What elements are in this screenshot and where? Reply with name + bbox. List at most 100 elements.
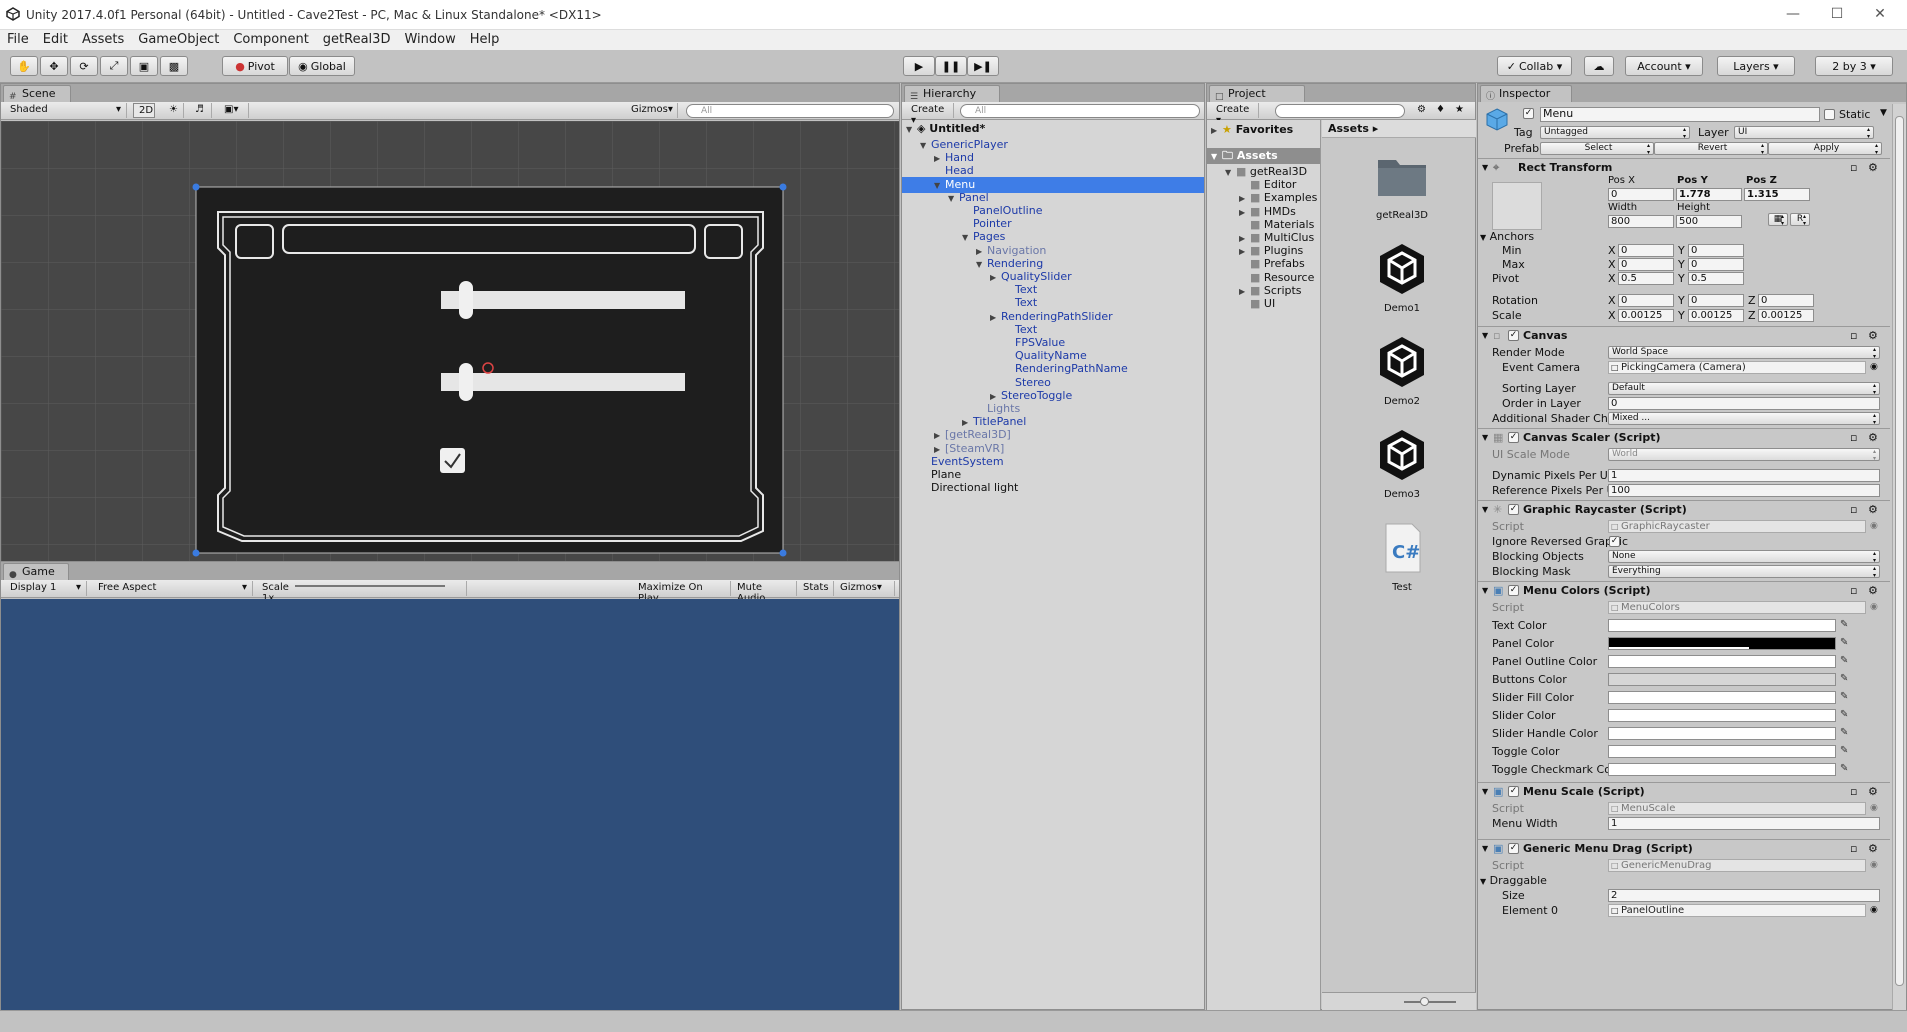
canvas-enabled-checkbox[interactable]: ✓ — [1508, 330, 1519, 341]
anchor-preset-button[interactable] — [1492, 182, 1542, 230]
eyedropper-icon[interactable]: ✎ — [1840, 673, 1851, 684]
static-dropdown-icon[interactable]: ▼ — [1880, 108, 1887, 118]
help-icon[interactable]: ▫ — [1850, 159, 1857, 176]
layers-dropdown[interactable]: Layers ▾ — [1717, 56, 1795, 76]
rotation-x[interactable]: 0 — [1618, 294, 1674, 307]
scene-search-input[interactable]: All — [686, 104, 894, 118]
dynamic-ppu-field[interactable]: 1 — [1608, 469, 1880, 482]
display-dropdown[interactable]: Display 1 ▾ — [5, 581, 87, 596]
menu-edit[interactable]: Edit — [36, 30, 75, 49]
anchor-min-y[interactable]: 0 — [1688, 244, 1744, 257]
component-gear-icon[interactable]: ⚙ — [1868, 582, 1878, 599]
menu-colors-header[interactable]: ▼ ▣ ✓ Menu Colors (Script) ▫ ⚙ — [1478, 581, 1890, 599]
layout-dropdown[interactable]: 2 by 3 ▾ — [1815, 56, 1893, 76]
object-name-field[interactable]: Menu — [1540, 107, 1820, 122]
favorite-star-icon[interactable]: ★ — [1450, 103, 1468, 118]
rotation-z[interactable]: 0 — [1758, 294, 1814, 307]
menu-window[interactable]: Window — [397, 30, 462, 49]
rect-transform-header[interactable]: ▼ ⌖ Rect Transform ▫ ⚙ — [1478, 158, 1890, 176]
menu-width-field[interactable]: 1 — [1608, 817, 1880, 830]
2d-toggle[interactable]: 2D — [133, 103, 155, 118]
rotation-y[interactable]: 0 — [1688, 294, 1744, 307]
asset-item[interactable]: Demo1 — [1367, 239, 1437, 314]
effects-icon[interactable]: ▣▾ — [219, 103, 249, 118]
color-swatch[interactable] — [1608, 691, 1836, 704]
color-swatch[interactable] — [1608, 673, 1836, 686]
color-swatch[interactable] — [1608, 655, 1836, 668]
posy-field[interactable]: 1.778 — [1676, 188, 1742, 201]
pivot-x[interactable]: 0.5 — [1618, 272, 1674, 285]
component-gear-icon[interactable]: ⚙ — [1868, 840, 1878, 857]
color-swatch[interactable] — [1608, 745, 1836, 758]
scale-y[interactable]: 0.00125 — [1688, 309, 1744, 322]
render-mode-dropdown[interactable]: World Space — [1608, 346, 1880, 360]
scaler-enabled-checkbox[interactable]: ✓ — [1508, 432, 1519, 443]
component-gear-icon[interactable]: ⚙ — [1868, 783, 1878, 800]
layer-dropdown[interactable]: UI — [1734, 126, 1874, 140]
icon-size-slider-handle[interactable] — [1420, 997, 1429, 1006]
height-field[interactable]: 500 — [1676, 215, 1742, 228]
component-gear-icon[interactable]: ⚙ — [1868, 327, 1878, 344]
component-gear-icon[interactable]: ⚙ — [1868, 159, 1878, 176]
anchor-max-x[interactable]: 0 — [1618, 258, 1674, 271]
rect-handle[interactable] — [779, 549, 787, 557]
menu-gameobject[interactable]: GameObject — [131, 30, 226, 49]
color-swatch[interactable] — [1608, 763, 1836, 776]
tab-inspector[interactable]: ⓘ Inspector — [1480, 85, 1572, 102]
sorting-layer-dropdown[interactable]: Default — [1608, 382, 1880, 396]
hierarchy-create-dropdown[interactable]: Create ▾ — [906, 103, 954, 126]
draggable-size-field[interactable]: 2 — [1608, 889, 1880, 902]
menu-component[interactable]: Component — [226, 30, 315, 49]
anchor-min-x[interactable]: 0 — [1618, 244, 1674, 257]
gizmos-dropdown[interactable]: Gizmos▾ — [626, 103, 678, 118]
scale-z[interactable]: 0.00125 — [1758, 309, 1814, 322]
rect-tool-icon[interactable]: ▣ — [130, 56, 158, 76]
scene-viewport[interactable] — [1, 121, 899, 561]
hand-tool-icon[interactable]: ✋ — [10, 56, 38, 76]
eyedropper-icon[interactable]: ✎ — [1840, 637, 1851, 648]
hierarchy-search-input[interactable]: All — [960, 104, 1200, 118]
order-field[interactable]: 0 — [1608, 397, 1880, 410]
help-icon[interactable]: ▫ — [1850, 840, 1857, 857]
prefab-apply-button[interactable]: Apply — [1768, 142, 1882, 156]
stats-toggle[interactable]: Stats — [798, 581, 834, 596]
maximize-button[interactable]: ☐ — [1827, 6, 1847, 22]
color-swatch[interactable] — [1608, 619, 1836, 632]
aspect-dropdown[interactable]: Free Aspect ▾ — [93, 581, 253, 596]
raw-edit-button[interactable]: R — [1790, 213, 1810, 227]
mute-audio-toggle[interactable]: Mute Audio — [732, 581, 797, 604]
element0-field[interactable]: PanelOutline — [1608, 904, 1866, 917]
scene-root[interactable]: ▼ ◈ Untitled* — [902, 121, 1204, 137]
help-icon[interactable]: ▫ — [1850, 327, 1857, 344]
anchor-max-y[interactable]: 0 — [1688, 258, 1744, 271]
prefab-select-button[interactable]: Select — [1540, 142, 1654, 156]
minimize-button[interactable]: — — [1783, 6, 1803, 22]
eyedropper-icon[interactable]: ✎ — [1840, 619, 1851, 630]
menu-drag-enabled-checkbox[interactable]: ✓ — [1508, 843, 1519, 854]
scale-tool-icon[interactable]: ⤢ — [100, 56, 128, 76]
menu-getreal3d[interactable]: getReal3D — [316, 30, 398, 49]
favorites-item[interactable]: ▶ ★ Favorites — [1207, 122, 1320, 138]
menu-file[interactable]: File — [0, 30, 36, 49]
shader-channels-dropdown[interactable]: Mixed ... — [1608, 412, 1880, 426]
blueprint-mode-button[interactable]: ▦ — [1768, 213, 1788, 227]
eyedropper-icon[interactable]: ✎ — [1840, 655, 1851, 666]
canvas-header[interactable]: ▼ ▫ ✓ Canvas ▫ ⚙ — [1478, 326, 1890, 344]
audio-icon[interactable]: ♬ — [190, 103, 212, 118]
pause-button[interactable]: ❚❚ — [935, 56, 967, 76]
posz-field[interactable]: 1.315 — [1744, 188, 1810, 201]
assets-breadcrumb[interactable]: Assets ▸ — [1322, 120, 1476, 138]
transform-tool-icon[interactable]: ▩ — [160, 56, 188, 76]
filter-label-icon[interactable]: ♦ — [1431, 103, 1449, 118]
game-gizmos-dropdown[interactable]: Gizmos▾ — [835, 581, 895, 596]
asset-item[interactable]: Demo2 — [1367, 332, 1437, 407]
inspector-scrollbar[interactable] — [1892, 104, 1906, 1010]
menu-help[interactable]: Help — [463, 30, 507, 49]
cloud-icon[interactable]: ☁ — [1584, 56, 1614, 76]
component-gear-icon[interactable]: ⚙ — [1868, 429, 1878, 446]
maximize-on-play-toggle[interactable]: Maximize On Play — [633, 581, 731, 604]
collab-dropdown[interactable]: ✓ Collab ▾ — [1497, 56, 1572, 76]
menu-scale-header[interactable]: ▼ ▣ ✓ Menu Scale (Script) ▫ ⚙ — [1478, 782, 1890, 800]
prefab-revert-button[interactable]: Revert — [1654, 142, 1768, 156]
asset-item[interactable]: getReal3D — [1367, 146, 1437, 221]
